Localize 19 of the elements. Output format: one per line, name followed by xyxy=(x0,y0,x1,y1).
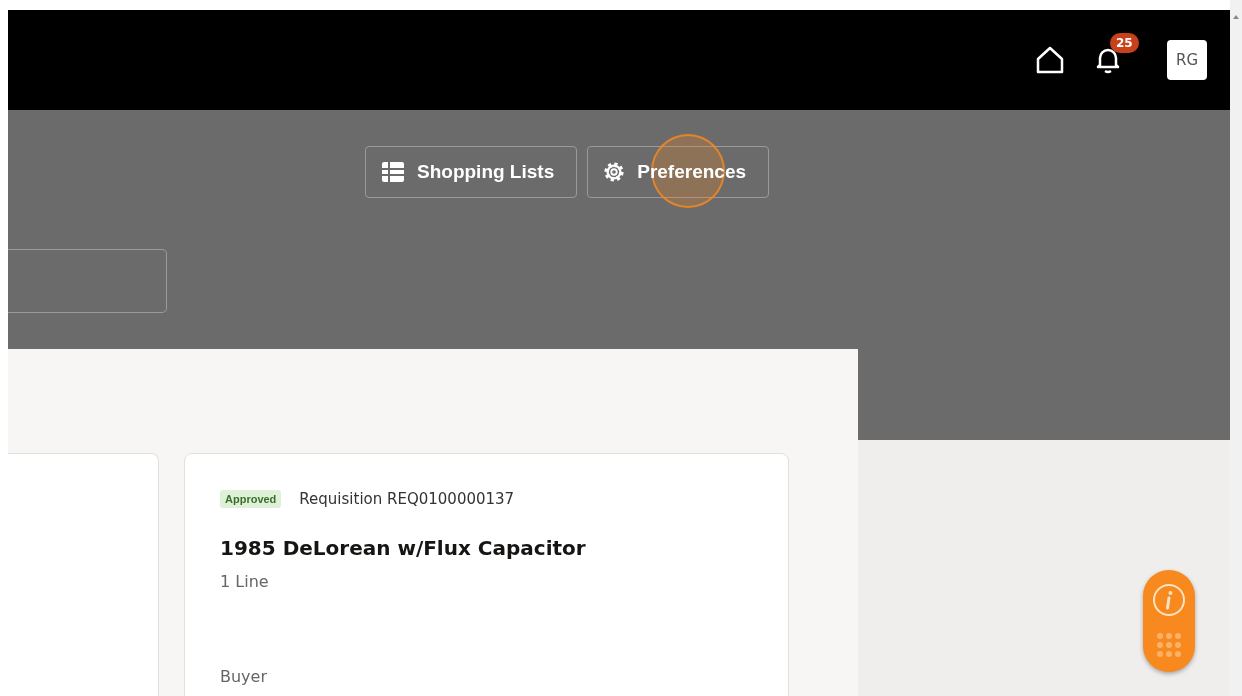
list-icon xyxy=(381,161,405,183)
input-field[interactable] xyxy=(8,249,167,313)
requisition-card[interactable]: Approved Requisition REQ0100000137 1985 DeLorean w/Flux Capacitor 1 Line Buyer xyxy=(184,453,789,696)
field-label: Buyer xyxy=(220,667,268,686)
scroll-up-icon[interactable] xyxy=(1232,14,1240,20)
settings-icon xyxy=(603,161,626,183)
toolbar-button[interactable]: Preferences xyxy=(587,146,769,198)
grid-icon xyxy=(1155,631,1183,659)
notification-count: 25 xyxy=(1110,33,1139,53)
scrollbar[interactable] xyxy=(1230,0,1242,696)
toolbar-button[interactable]: Shopping Lists xyxy=(365,146,578,198)
home-icon[interactable] xyxy=(1035,46,1065,74)
info-icon xyxy=(1152,583,1186,617)
user-avatar[interactable]: RG xyxy=(1167,40,1207,80)
floating-help-button[interactable] xyxy=(1143,570,1195,672)
line-count: 1 Line xyxy=(220,572,270,591)
requisition-number: Requisition REQ0100000137 xyxy=(299,490,515,508)
status-tag: Approved xyxy=(220,490,282,508)
card-title: 1985 DeLorean w/Flux Capacitor xyxy=(220,536,587,560)
